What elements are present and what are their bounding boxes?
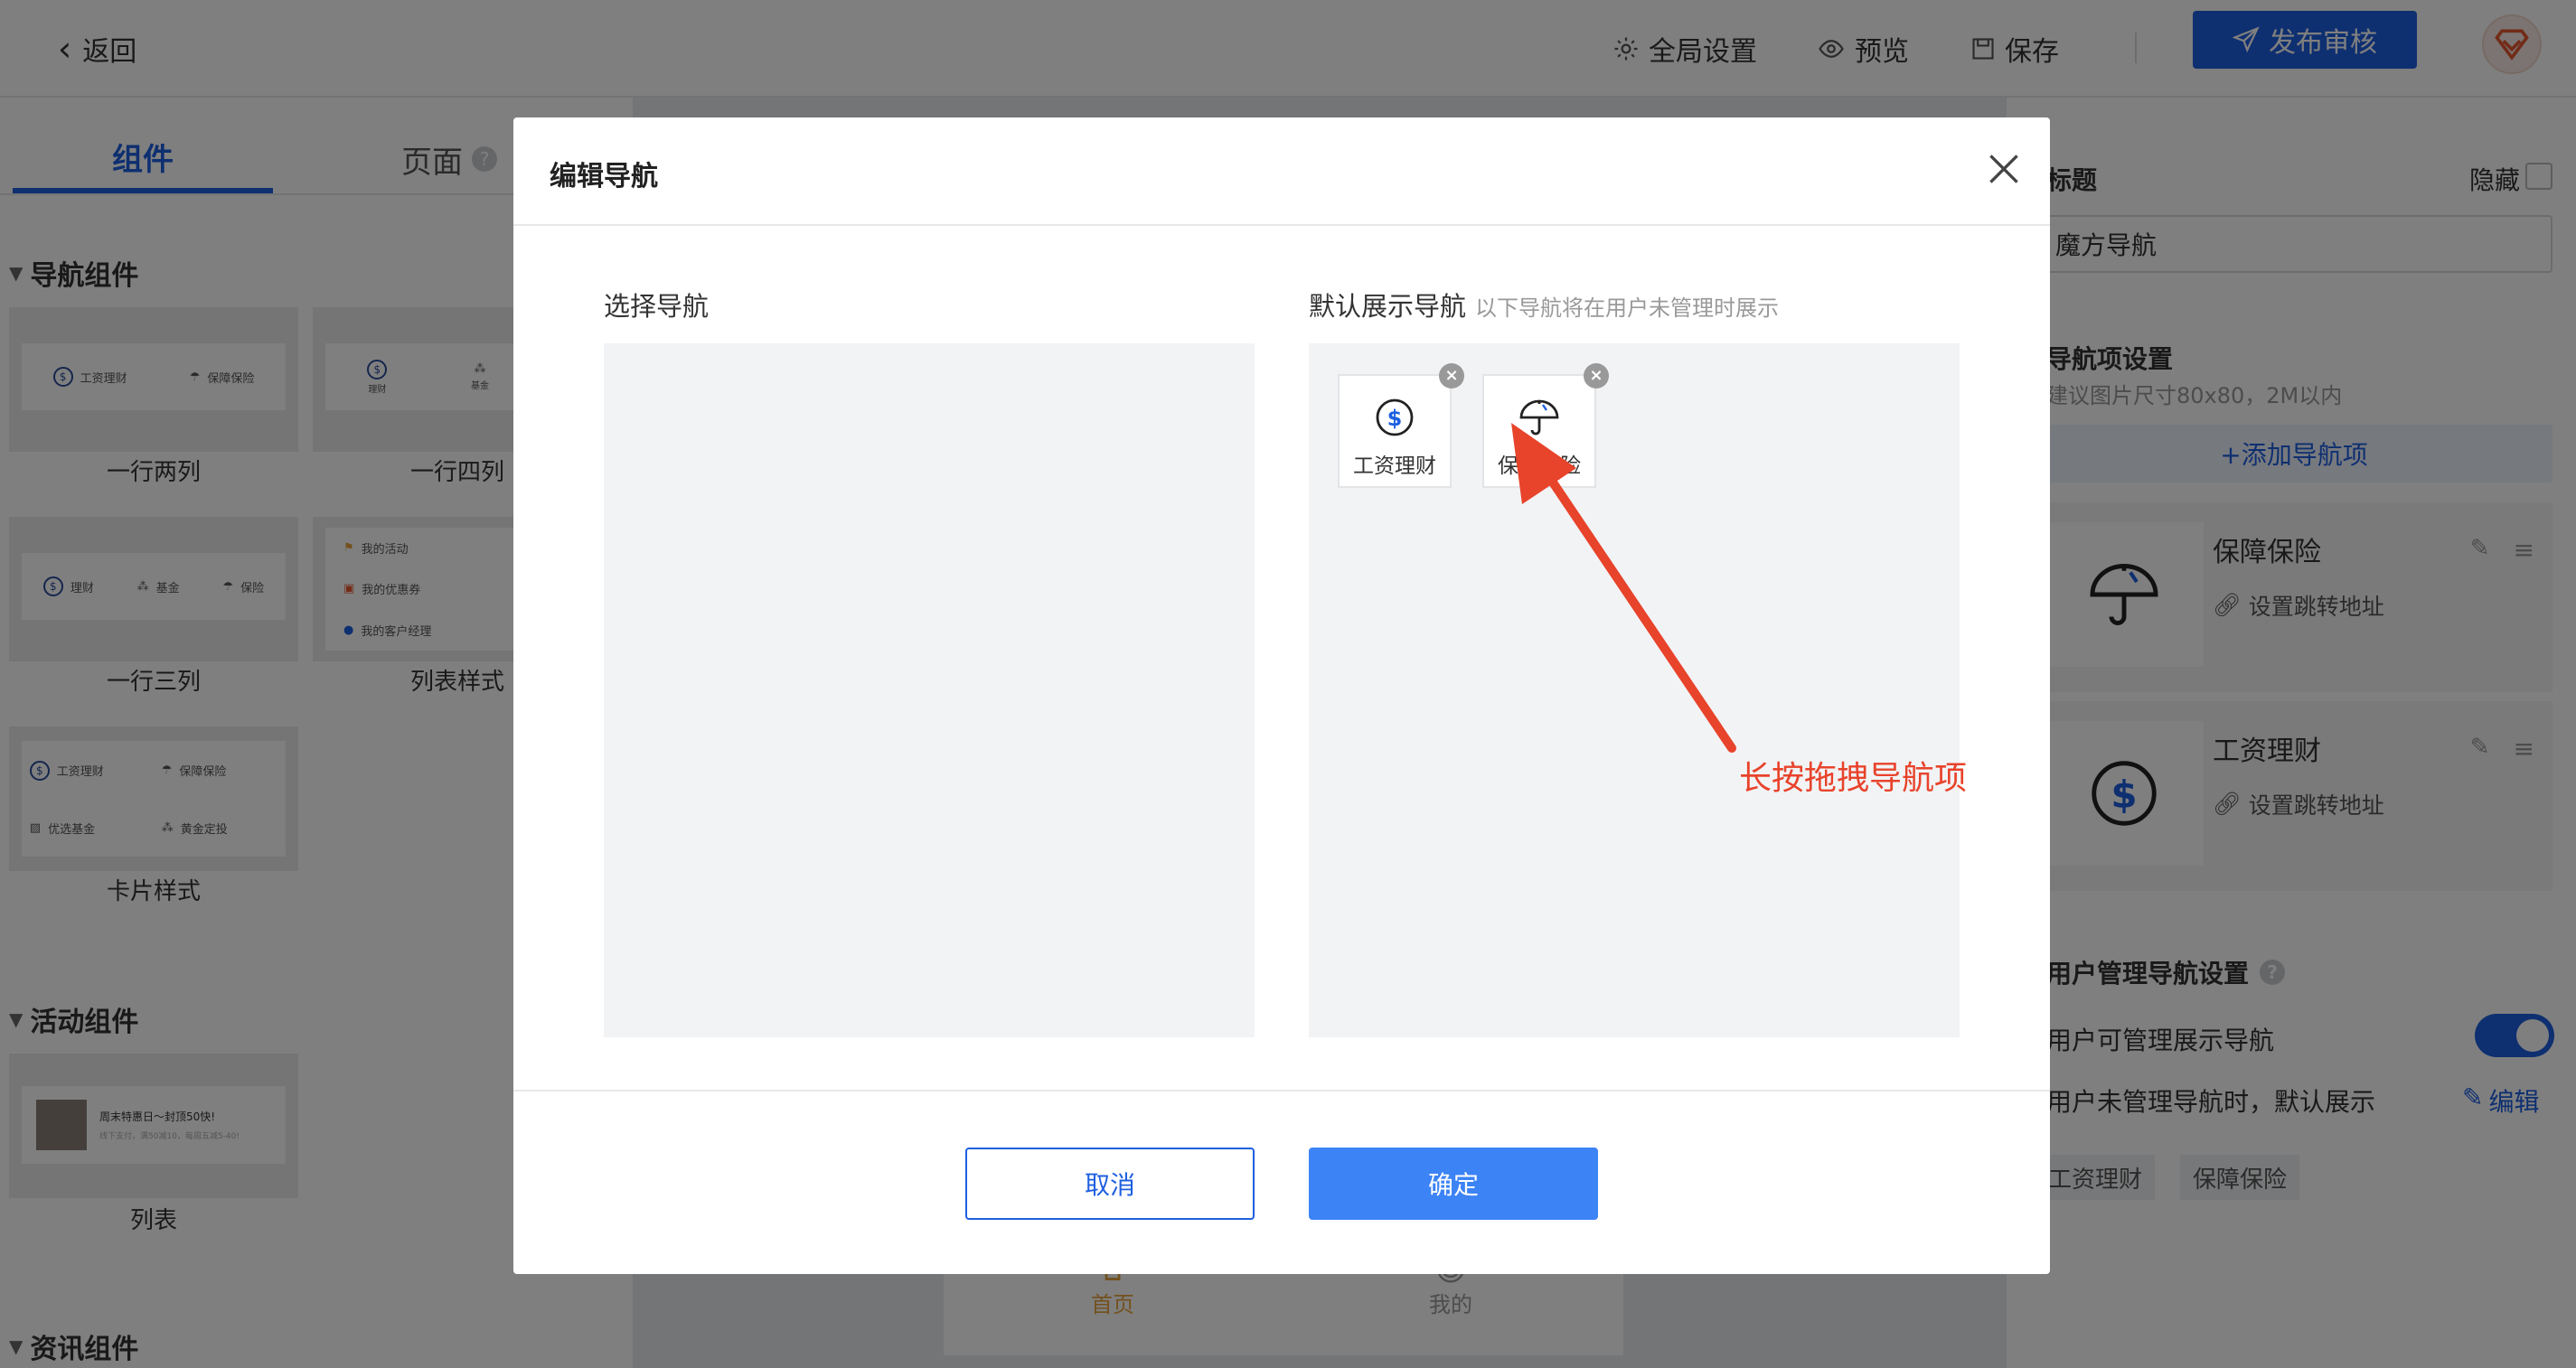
confirm-button[interactable]: 确定 (1309, 1148, 1598, 1220)
modal-footer-divider (513, 1090, 2050, 1092)
remove-chip-button[interactable]: × (1584, 363, 1609, 389)
chip-label: 工资理财 (1353, 454, 1436, 478)
nav-chip-salary[interactable]: $ 工资理财 (1338, 374, 1452, 488)
default-nav-title-text: 默认展示导航 (1309, 291, 1467, 322)
confirm-label: 确定 (1427, 1170, 1479, 1200)
default-nav-note: 以下导航将在用户未管理时展示 (1475, 295, 1780, 321)
modal-title: 编辑导航 (550, 161, 658, 192)
close-button[interactable] (1981, 146, 2026, 192)
select-nav-dropzone[interactable] (604, 343, 1255, 1037)
svg-text:$: $ (1387, 406, 1403, 431)
cancel-button[interactable]: 取消 (965, 1148, 1255, 1220)
dollar-icon: $ (1376, 398, 1414, 436)
remove-chip-button[interactable]: × (1439, 363, 1464, 389)
default-nav-title: 默认展示导航 以下导航将在用户未管理时展示 (1309, 286, 1779, 323)
modal-divider (513, 224, 2050, 226)
cancel-label: 取消 (1084, 1170, 1135, 1200)
annotation-arrow-icon (1511, 423, 1736, 753)
close-icon (1989, 155, 2018, 183)
annotation-text: 长按拖拽导航项 (1739, 760, 1968, 797)
select-nav-title: 选择导航 (604, 291, 710, 322)
